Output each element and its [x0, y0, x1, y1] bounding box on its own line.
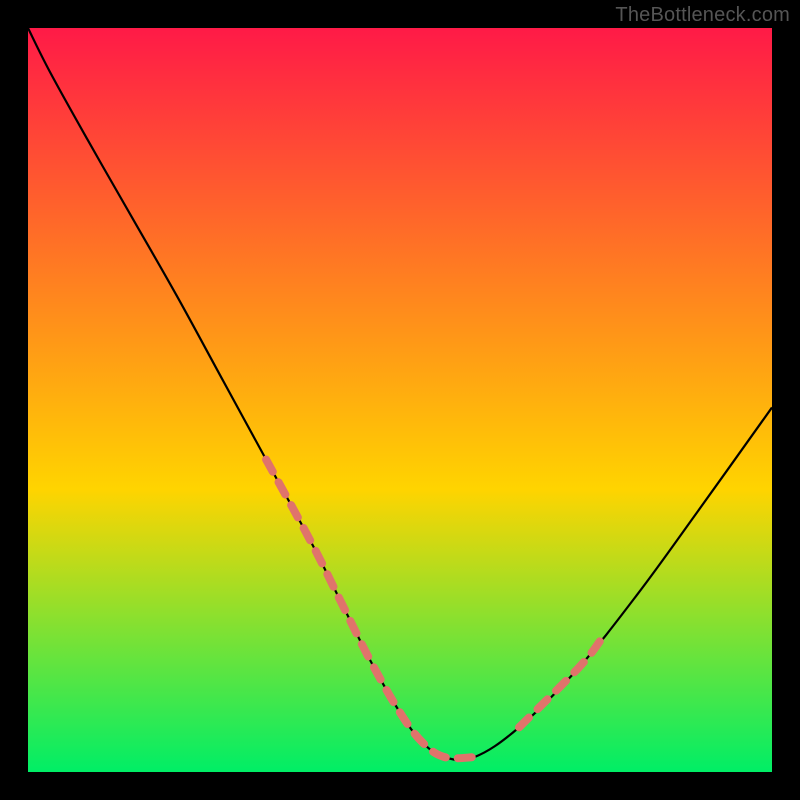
watermark-text: TheBottleneck.com [615, 4, 790, 27]
plot-area [28, 28, 772, 772]
chart-frame: TheBottleneck.com [0, 0, 800, 800]
chart-svg [28, 28, 772, 772]
gradient-background [28, 28, 772, 772]
